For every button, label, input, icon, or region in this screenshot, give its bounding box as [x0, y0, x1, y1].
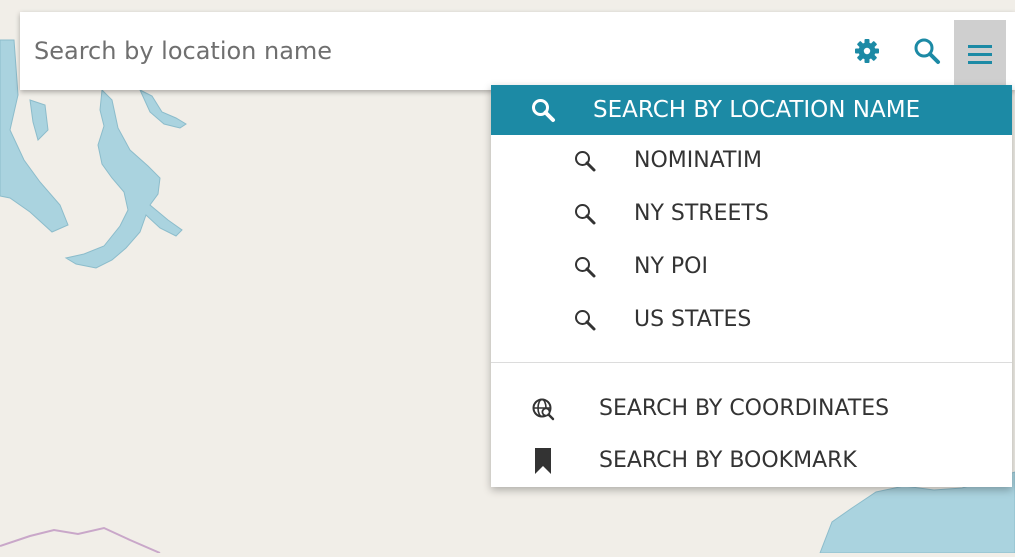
menu-item-label: SEARCH BY COORDINATES [599, 396, 890, 421]
service-item-label: NY POI [634, 254, 708, 279]
menu-button[interactable] [954, 20, 1006, 90]
service-item-label: NY STREETS [634, 201, 769, 226]
gear-icon [855, 39, 879, 63]
search-input[interactable] [34, 26, 824, 76]
search-icon [572, 254, 598, 280]
search-options-dropdown: SEARCH BY LOCATION NAME NOMINATIM NY STR… [491, 85, 1012, 487]
search-icon [572, 307, 598, 333]
menu-item-search-by-bookmark[interactable]: SEARCH BY BOOKMARK [491, 435, 1012, 487]
menu-item-search-by-coordinates[interactable]: SEARCH BY COORDINATES [491, 383, 1012, 435]
menu-divider [491, 362, 1012, 363]
search-icon [914, 38, 940, 64]
menu-item-label: SEARCH BY BOOKMARK [599, 448, 857, 473]
service-item-nominatim[interactable]: NOMINATIM [491, 135, 1012, 187]
service-item-label: NOMINATIM [634, 148, 762, 173]
service-item-ny-poi[interactable]: NY POI [491, 241, 1012, 293]
search-bar [20, 12, 1015, 90]
hamburger-menu-icon [968, 45, 992, 64]
boundary-line [0, 526, 161, 554]
menu-item-search-by-location-name[interactable]: SEARCH BY LOCATION NAME [491, 85, 1012, 135]
service-item-us-states[interactable]: US STATES [491, 294, 1012, 346]
search-icon [572, 148, 598, 174]
menu-item-label: SEARCH BY LOCATION NAME [593, 97, 921, 123]
globe-search-icon [529, 395, 557, 423]
service-item-ny-streets[interactable]: NY STREETS [491, 188, 1012, 240]
search-icon [529, 96, 557, 124]
search-icon [572, 201, 598, 227]
service-item-label: US STATES [634, 307, 752, 332]
search-button[interactable] [907, 31, 947, 71]
settings-button[interactable] [847, 31, 887, 71]
bookmark-icon [529, 447, 557, 475]
water-inlet-small [29, 99, 49, 141]
water-channel-top [138, 88, 187, 129]
